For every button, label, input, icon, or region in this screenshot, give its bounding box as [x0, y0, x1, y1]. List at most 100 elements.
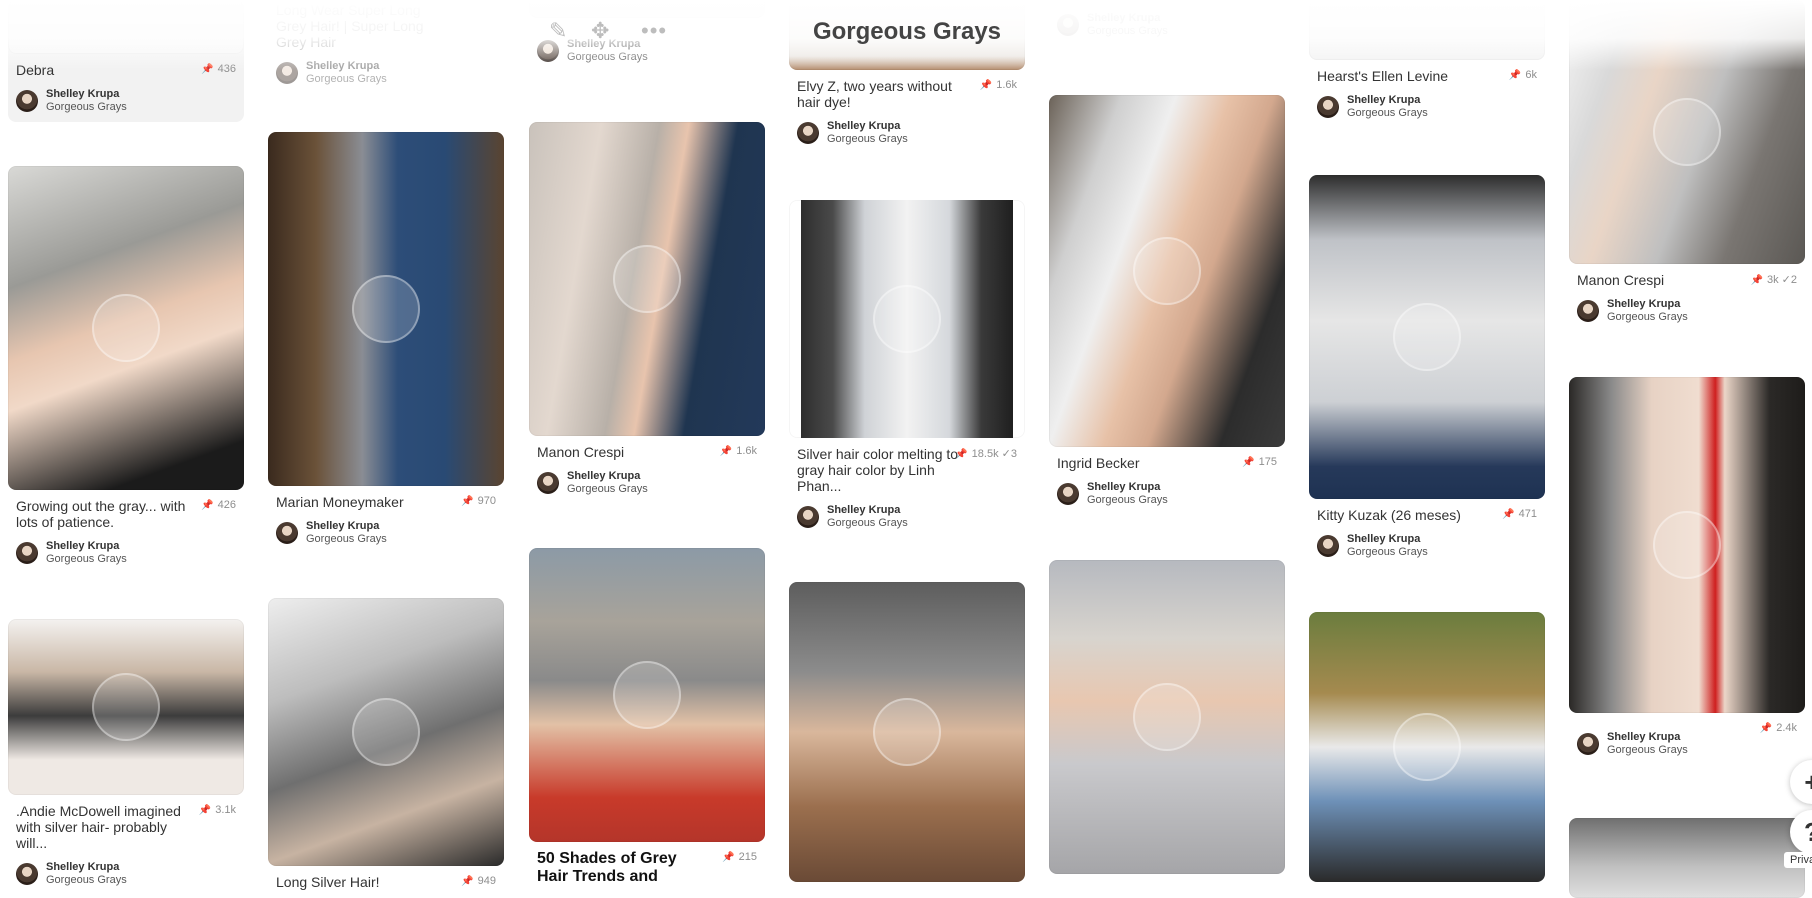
avatar	[16, 542, 38, 564]
pin-image[interactable]	[1309, 612, 1545, 882]
save-count: 426	[217, 499, 236, 511]
pin-card[interactable]: 50 Shades of Grey Hair Trends and 📌 215	[529, 548, 765, 886]
pin-card[interactable]	[1309, 612, 1545, 882]
pin-attribution[interactable]: Shelley Krupa Gorgeous Grays	[537, 470, 757, 500]
save-count: 1.6k	[996, 79, 1017, 91]
pin-attribution[interactable]: Shelley Krupa Gorgeous Grays	[1057, 12, 1277, 42]
pin-attribution[interactable]: Shelley Krupa Gorgeous Grays	[276, 520, 496, 550]
pin-image[interactable]	[1309, 175, 1545, 499]
pin-description: Marian Moneymaker	[276, 494, 404, 510]
avatar	[1577, 733, 1599, 755]
pin-card[interactable]: Manon Crespi 📌 3k ✓2 Shelley Krupa Gorgeou…	[1569, 0, 1805, 328]
save-count: 175	[1258, 456, 1277, 468]
pin-description: 50 Shades of Grey Hair Trends and	[537, 850, 677, 885]
pin-stats: 📌 426	[201, 499, 236, 511]
pin-stats: 📌 1.6k	[720, 445, 757, 457]
pin-image[interactable]	[268, 132, 504, 486]
pin-card[interactable]	[1049, 560, 1285, 874]
pin-card[interactable]: .Andie McDowell imagined with silver hai…	[8, 619, 244, 891]
board-name: Gorgeous Grays	[46, 874, 127, 886]
pin-image[interactable]	[1569, 0, 1805, 264]
pin-image[interactable]	[529, 548, 765, 842]
pin-attribution[interactable]: Shelley Krupa Gorgeous Grays	[1577, 731, 1797, 761]
board-name: Gorgeous Grays	[1347, 107, 1428, 119]
pin-attribution[interactable]: Shelley Krupa Gorgeous Grays	[797, 504, 1017, 534]
pin-image[interactable]	[789, 200, 1025, 438]
avatar	[1317, 96, 1339, 118]
board-name: Gorgeous Grays	[46, 553, 127, 565]
pin-card[interactable]: Hearst's Ellen Levine 📌 6k Shelley Krupa G…	[1309, 0, 1545, 124]
pin-stats: 📌 6k	[1509, 69, 1537, 81]
pin-image[interactable]	[1049, 95, 1285, 447]
pin-card[interactable]: Long Silver Hair! 📌 949	[268, 598, 504, 890]
comment-icon: ✓	[1781, 274, 1791, 286]
pin-attribution[interactable]: Shelley Krupa Gorgeous Grays	[1577, 298, 1797, 328]
board-name: Gorgeous Grays	[827, 133, 908, 145]
save-count: 436	[217, 63, 236, 75]
pinner-name: Shelley Krupa	[46, 540, 120, 552]
pin-card[interactable]: Silver hair color melting to gray hair c…	[789, 200, 1025, 534]
pin-icon: 📌	[722, 852, 735, 863]
pin-image[interactable]	[1309, 0, 1545, 60]
pencil-icon[interactable]: ✎	[549, 18, 567, 44]
add-button[interactable]: +	[1790, 760, 1812, 804]
pin-icon: 📌	[719, 446, 733, 457]
pin-card[interactable]: Marian Moneymaker 📌 970 Shelley Krupa Gorg…	[268, 132, 504, 550]
pin-card[interactable]: Growing out the gray... with lots of pat…	[8, 166, 244, 570]
avatar	[1317, 535, 1339, 557]
pin-attribution[interactable]: Shelley Krupa Gorgeous Grays	[16, 88, 236, 118]
save-count: 215	[738, 851, 757, 863]
board-title: Gorgeous Grays	[812, 18, 1002, 45]
board-name: Gorgeous Grays	[306, 533, 387, 545]
avatar	[1057, 483, 1079, 505]
pin-attribution[interactable]: Shelley Krupa Gorgeous Grays	[1057, 481, 1277, 511]
pin-card[interactable]: Long Wear Super Long Grey Hair! | Super …	[268, 0, 504, 90]
pin-attribution[interactable]: Shelley Krupa Gorgeous Grays	[1317, 94, 1537, 124]
pinner-name: Shelley Krupa	[1607, 731, 1681, 743]
pin-description: Long Silver Hair!	[276, 874, 380, 890]
board-name: Gorgeous Grays	[306, 73, 387, 85]
comment-count: 3	[1010, 448, 1017, 460]
pin-image[interactable]	[8, 0, 244, 54]
pin-stats: 📌 436	[201, 63, 236, 75]
pin-image[interactable]	[8, 166, 244, 490]
avatar	[276, 522, 298, 544]
pin-attribution[interactable]: Shelley Krupa Gorgeous Grays	[16, 861, 236, 891]
pin-attribution[interactable]: Shelley Krupa Gorgeous Grays	[1317, 533, 1537, 563]
move-arrows-icon[interactable]: ✥	[591, 18, 609, 44]
save-count: 3.1k	[215, 804, 236, 816]
pin-icon: 📌	[1242, 457, 1255, 468]
pin-description: Growing out the gray... with lots of pat…	[16, 498, 186, 530]
pin-card[interactable]: Shelley Krupa Gorgeous Grays	[1049, 0, 1285, 42]
pin-card[interactable]	[789, 582, 1025, 882]
pin-image[interactable]	[529, 122, 765, 436]
pin-attribution[interactable]: Shelley Krupa Gorgeous Grays	[16, 540, 236, 570]
pin-card[interactable]: Manon Crespi 📌 1.6k Shelley Krupa Gorgeous…	[529, 122, 765, 500]
pin-attribution[interactable]: Shelley Krupa Gorgeous Grays	[797, 120, 1017, 150]
pin-image[interactable]	[1569, 377, 1805, 713]
save-count: 18.5k	[971, 448, 999, 460]
pin-image[interactable]	[1049, 560, 1285, 874]
pin-attribution[interactable]: Shelley Krupa Gorgeous Grays	[276, 60, 496, 90]
pin-card[interactable]: Debra 📌 436 Shelley Krupa Gorgeous Grays	[8, 0, 244, 122]
pin-card[interactable]	[1569, 818, 1805, 898]
pin-card[interactable]: Ingrid Becker 📌 175 Shelley Krupa Gorgeous…	[1049, 95, 1285, 511]
save-count: 1.6k	[736, 445, 757, 457]
pin-description: Manon Crespi	[537, 444, 625, 460]
pin-icon: 📌	[461, 496, 474, 507]
pinner-name: Shelley Krupa	[567, 470, 641, 482]
pin-icon: 📌	[1502, 509, 1515, 520]
avatar	[16, 90, 38, 112]
pin-description: Kitty Kuzak (26 meses)	[1317, 507, 1461, 523]
pin-image[interactable]	[268, 598, 504, 866]
pin-image[interactable]	[8, 619, 244, 795]
privacy-link[interactable]: Privacy	[1784, 852, 1812, 868]
pin-card[interactable]: Kitty Kuzak (26 meses) 📌 471 Shelley Krup…	[1309, 175, 1545, 563]
pin-icon: 📌	[201, 500, 214, 511]
save-count: 949	[477, 875, 496, 887]
ellipsis-icon[interactable]: •••	[641, 18, 667, 44]
pin-card[interactable]: 📌 2.4k Shelley Krupa Gorgeous Grays	[1569, 377, 1805, 761]
pin-image[interactable]	[789, 582, 1025, 882]
pin-image[interactable]	[1569, 818, 1805, 898]
avatar	[1577, 300, 1599, 322]
